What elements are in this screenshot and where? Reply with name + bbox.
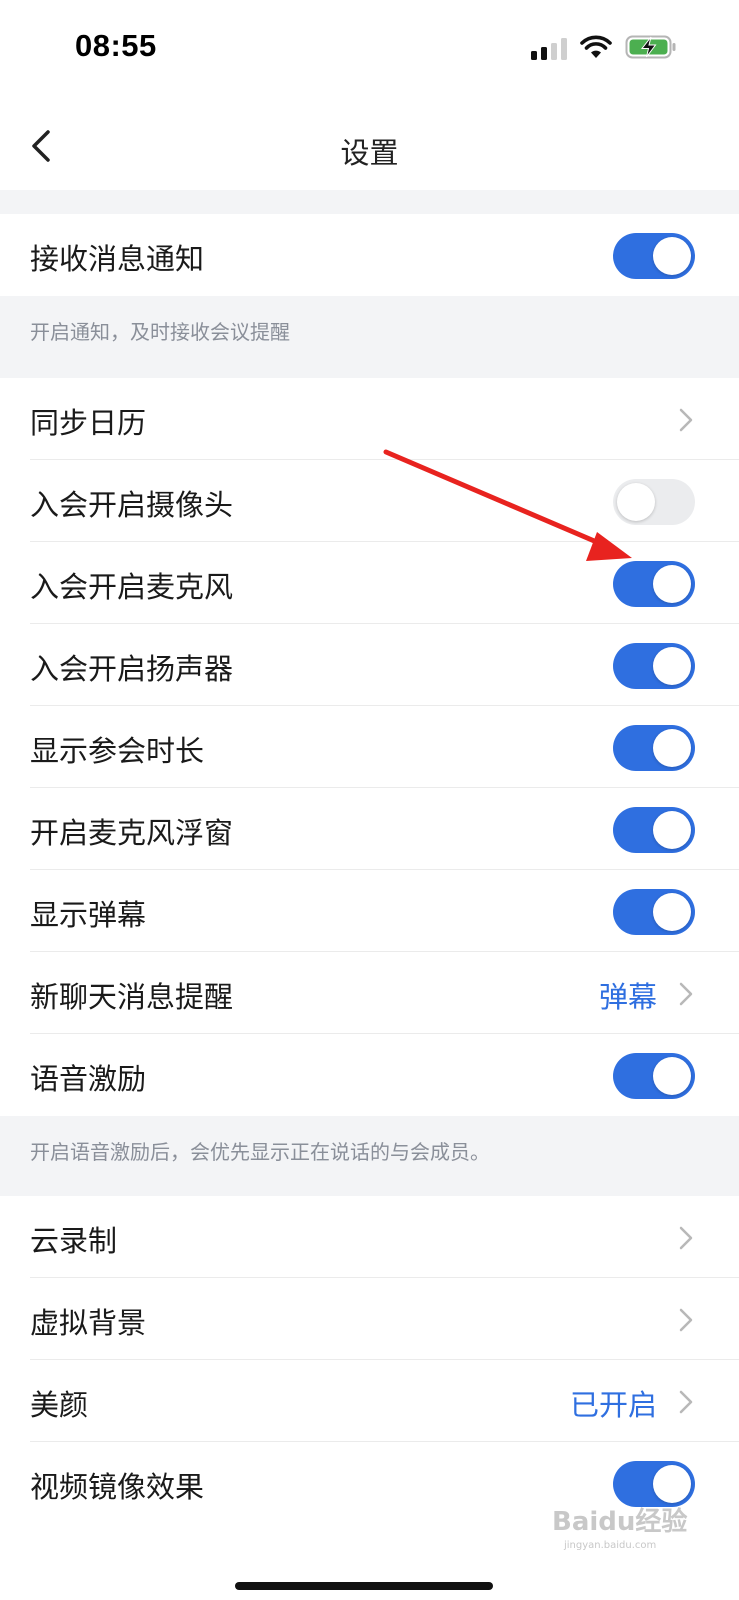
setting-row-chat-reminder[interactable]: 新聊天消息提醒 弹幕 [0,952,739,1034]
speaker-toggle[interactable] [613,643,695,689]
toggle-knob [653,647,691,685]
setting-label: 云录制 [30,1224,118,1258]
toggle-knob [653,811,691,849]
chevron-right-icon [679,1308,693,1332]
setting-label: 语音激励 [30,1062,147,1096]
setting-row-beauty[interactable]: 美颜 已开启 [0,1360,739,1442]
watermark-text: Baidu经验 [552,1506,687,1537]
setting-label: 开启麦克风浮窗 [30,816,234,850]
setting-label: 入会开启扬声器 [30,652,234,686]
note-text: 开启通知，及时接收会议提醒 [30,320,290,344]
home-indicator[interactable] [235,1582,493,1590]
setting-label: 虚拟背景 [30,1306,147,1340]
setting-label: 接收消息通知 [30,242,205,276]
setting-row-voice-motivation[interactable]: 语音激励 [0,1034,739,1116]
setting-row-virtual-bg[interactable]: 虚拟背景 [0,1278,739,1360]
duration-toggle[interactable] [613,725,695,771]
setting-row-message-notify[interactable]: 接收消息通知 [0,214,739,296]
setting-row-speaker[interactable]: 入会开启扬声器 [0,624,739,706]
setting-label: 美颜 [30,1388,89,1422]
section-gap [0,190,739,214]
setting-label: 显示弹幕 [30,898,147,932]
chevron-right-icon [679,1226,693,1250]
setting-row-mic-float[interactable]: 开启麦克风浮窗 [0,788,739,870]
toggle-knob [653,729,691,767]
setting-row-duration[interactable]: 显示参会时长 [0,706,739,788]
setting-label: 入会开启摄像头 [30,488,234,522]
page-title: 设置 [340,136,399,170]
message-notify-toggle[interactable] [613,233,695,279]
toggle-knob [653,237,691,275]
toggle-knob [653,1465,691,1503]
note-text: 开启语音激励后，会优先显示正在说话的与会成员。 [30,1140,490,1164]
danmaku-toggle[interactable] [613,889,695,935]
status-bar: 08:55 [0,0,739,100]
nav-bar: 设置 [0,100,739,190]
wifi-icon [580,35,612,58]
chevron-right-icon [679,408,693,432]
chevron-right-icon [679,1390,693,1414]
setting-row-microphone[interactable]: 入会开启麦克风 [0,542,739,624]
setting-label: 同步日历 [30,406,147,440]
toggle-knob [653,1057,691,1095]
setting-label: 显示参会时长 [30,734,205,768]
mic-float-toggle[interactable] [613,807,695,853]
voice-motivation-toggle[interactable] [613,1053,695,1099]
setting-label: 新聊天消息提醒 [30,980,234,1014]
status-time: 08:55 [75,28,157,63]
setting-row-camera[interactable]: 入会开启摄像头 [0,460,739,542]
toggle-knob [653,565,691,603]
toggle-knob [653,893,691,931]
baidu-watermark-logo: Baidu经验 jingyan.baidu.com [552,1506,687,1551]
battery-charging-icon [625,35,676,59]
setting-row-sync-calendar[interactable]: 同步日历 [0,378,739,460]
setting-row-cloud-record[interactable]: 云录制 [0,1196,739,1278]
setting-row-danmaku[interactable]: 显示弹幕 [0,870,739,952]
cellular-signal-icon [531,38,567,60]
setting-label: 视频镜像效果 [30,1470,205,1504]
setting-value: 弹幕 [598,980,657,1014]
section-note: 开启语音激励后，会优先显示正在说话的与会成员。 [0,1116,739,1196]
chevron-right-icon [679,982,693,1006]
camera-toggle[interactable] [613,479,695,525]
setting-label: 入会开启麦克风 [30,570,234,604]
watermark-sub: jingyan.baidu.com [563,1540,656,1551]
microphone-toggle[interactable] [613,561,695,607]
toggle-knob [617,483,655,521]
setting-value: 已开启 [569,1388,657,1422]
section-note: 开启通知，及时接收会议提醒 [0,296,739,378]
